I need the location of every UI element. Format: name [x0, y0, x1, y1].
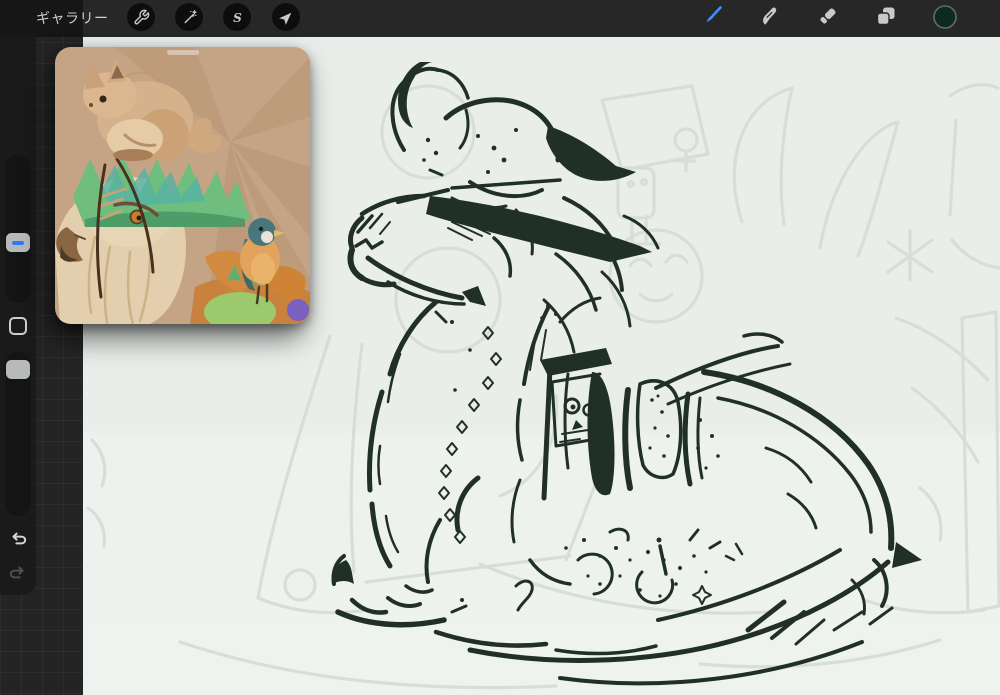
adjustments-button[interactable]	[175, 3, 203, 31]
paint-tool-button[interactable]	[698, 2, 726, 30]
layers-icon	[876, 7, 895, 26]
redo-button[interactable]	[7, 563, 29, 585]
arrow-cursor-icon	[278, 12, 291, 25]
procreate-app: ギャラリー S	[0, 0, 1000, 695]
layers-button[interactable]	[872, 2, 900, 30]
undo-arrow-icon	[12, 532, 27, 545]
smudge-tool-button[interactable]	[756, 2, 784, 30]
reference-photo	[55, 47, 310, 324]
brush-size-slider[interactable]	[5, 155, 31, 303]
modify-button[interactable]	[9, 317, 27, 335]
s-curve-icon: S	[233, 10, 242, 24]
brush-size-indicator	[12, 240, 24, 245]
magic-wand-icon	[184, 9, 197, 23]
svg-text:S: S	[233, 10, 242, 24]
wrench-icon	[133, 9, 149, 25]
dragon-ink-sketch	[331, 62, 922, 686]
redo-arrow-icon	[9, 566, 24, 579]
eraser-icon	[820, 8, 836, 24]
transform-button[interactable]	[272, 3, 300, 31]
reference-panel[interactable]	[55, 47, 310, 324]
color-swatch-circle	[933, 5, 957, 29]
top-toolbar: ギャラリー S	[0, 0, 1000, 37]
smudge-finger-icon	[763, 7, 777, 25]
side-toolbar	[0, 37, 36, 595]
actions-button[interactable]	[127, 3, 155, 31]
erase-tool-button[interactable]	[814, 2, 842, 30]
reference-drag-handle[interactable]	[166, 50, 199, 55]
gallery-button[interactable]: ギャラリー	[36, 0, 109, 37]
selection-button[interactable]: S	[223, 3, 251, 31]
brush-icon	[706, 6, 722, 22]
brush-size-handle[interactable]	[6, 233, 30, 252]
opacity-handle[interactable]	[6, 360, 30, 379]
undo-button[interactable]	[7, 529, 29, 551]
color-swatch-button[interactable]	[931, 3, 959, 31]
